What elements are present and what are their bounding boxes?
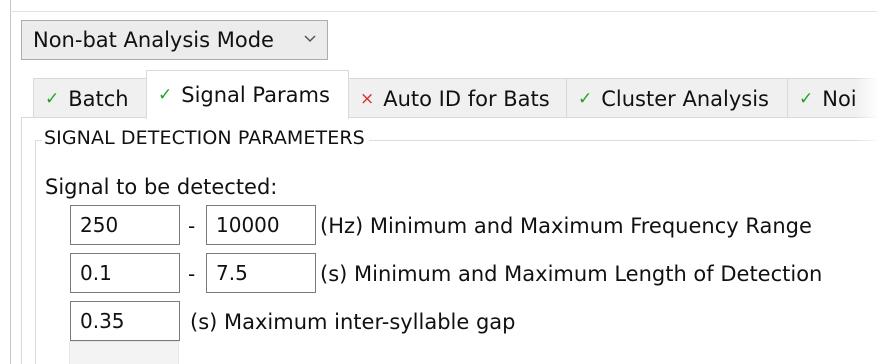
maximum-length-input[interactable] (206, 253, 316, 293)
tab-auto-id-for-bats[interactable]: × Auto ID for Bats (348, 78, 567, 118)
tab-label: Auto ID for Bats (383, 86, 550, 111)
check-icon: ✓ (799, 88, 814, 109)
tab-label: Cluster Analysis (601, 86, 769, 111)
tab-signal-params[interactable]: ✓ Signal Params (146, 70, 349, 119)
tab-label: Signal Params (181, 83, 330, 107)
signal-detection-title: SIGNAL DETECTION PARAMETERS (42, 127, 369, 149)
length-range-separator: - (188, 262, 196, 286)
tab-label: Noi (822, 86, 857, 111)
chevron-down-icon (304, 35, 316, 43)
check-icon: ✓ (578, 88, 593, 109)
partially-visible-next-input[interactable] (69, 341, 179, 364)
frequency-range-label: (Hz) Minimum and Maximum Frequency Range (320, 214, 812, 238)
inter-syllable-gap-input[interactable] (70, 301, 180, 341)
frequency-range-separator: - (188, 214, 196, 238)
check-icon: ✓ (158, 85, 173, 105)
inter-syllable-gap-label: (s) Maximum inter-syllable gap (190, 310, 516, 334)
tab-label: Batch (68, 86, 129, 111)
error-x-icon: × (360, 88, 375, 109)
analysis-tab-strip: ✓ Batch ✓ Signal Params × Auto ID for Ba… (21, 70, 877, 119)
application-window: Non-bat Analysis Mode ✓ Batch ✓ Signal P… (0, 0, 877, 364)
detection-length-label: (s) Minimum and Maximum Length of Detect… (320, 262, 823, 286)
maximum-frequency-input[interactable] (206, 205, 316, 245)
tab-batch[interactable]: ✓ Batch (33, 78, 147, 118)
signal-params-panel: SIGNAL DETECTION PARAMETERS Signal to be… (21, 117, 877, 364)
minimum-length-input[interactable] (70, 253, 180, 293)
check-icon: ✓ (45, 88, 60, 109)
minimum-frequency-input[interactable] (70, 205, 180, 245)
signal-to-detect-label: Signal to be detected: (45, 175, 278, 199)
tab-cluster-analysis[interactable]: ✓ Cluster Analysis (566, 78, 788, 118)
analysis-mode-value: Non-bat Analysis Mode (33, 28, 274, 52)
analysis-mode-dropdown[interactable]: Non-bat Analysis Mode (21, 20, 328, 60)
tab-noise-partial[interactable]: ✓ Noi (787, 78, 877, 118)
